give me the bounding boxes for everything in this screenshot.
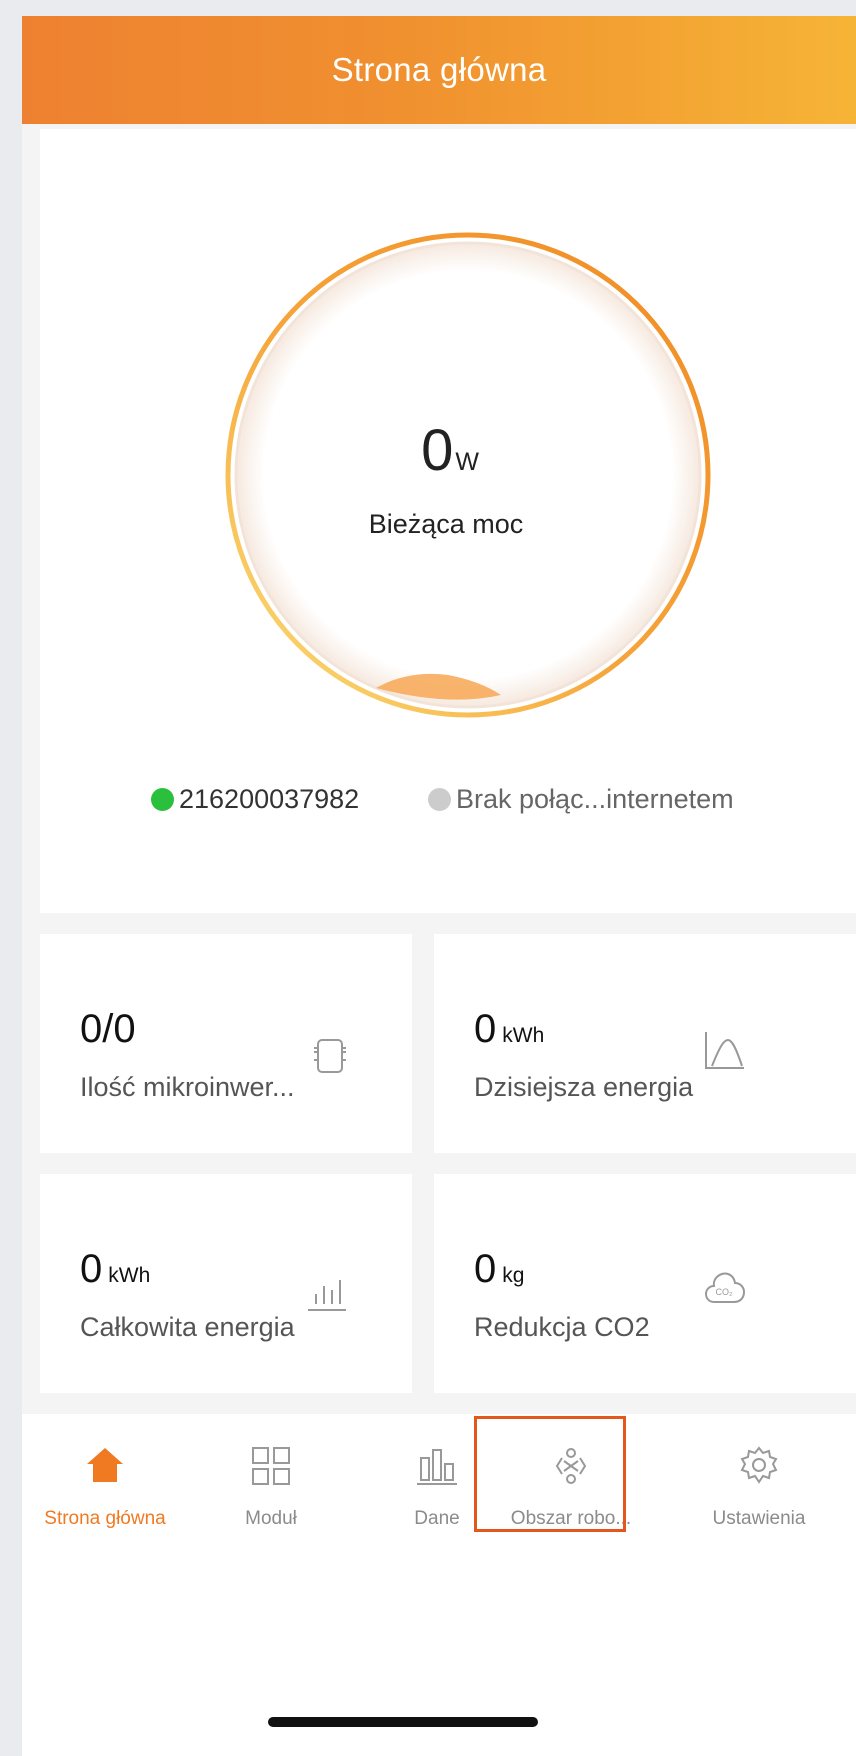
offline-status-dot <box>428 788 451 811</box>
current-power-label: Bieżąca moc <box>368 509 524 539</box>
device-serial-status[interactable]: 216200037982 <box>151 784 359 815</box>
total-energy-number: 0 <box>80 1247 103 1291</box>
home-icon <box>87 1448 123 1482</box>
svg-text:CO₂: CO₂ <box>716 1287 734 1297</box>
current-power-number: 0 <box>421 418 454 483</box>
home-indicator[interactable] <box>268 1717 538 1727</box>
current-power-value: 0W <box>22 417 856 484</box>
bar-chart-icon <box>308 1280 346 1311</box>
data-chart-icon <box>417 1449 457 1485</box>
co2-unit: kg <box>502 1264 525 1287</box>
tab-home[interactable]: Strona główna <box>22 1414 188 1529</box>
stat-value: 0 kWh <box>474 1007 544 1052</box>
stat-value: 0/0 <box>80 1007 136 1052</box>
stat-card-today-energy[interactable]: 0 kWh Dzisiejsza energia <box>434 934 856 1153</box>
stat-value: 0 kWh <box>80 1247 150 1292</box>
highlight-box-work-area-tab <box>474 1416 626 1532</box>
stat-card-co2[interactable]: 0 kg Redukcja CO2 CO₂ <box>434 1174 856 1393</box>
today-energy-number: 0 <box>474 1007 497 1051</box>
co2-number: 0 <box>474 1247 497 1291</box>
microinverter-count: 0/0 <box>80 1007 136 1051</box>
settings-icon <box>740 1446 778 1484</box>
current-power-card: 0W Bieżąca moc 216200037982 Brak połąc..… <box>40 129 856 913</box>
grid-icon <box>252 1447 290 1485</box>
bottom-tab-bar: Strona główna Moduł Dane Obszar robo... … <box>22 1414 856 1756</box>
online-status-dot <box>151 788 174 811</box>
internet-connection-status[interactable]: Brak połąc...internetem <box>428 784 734 815</box>
tab-label: Ustawienia <box>712 1508 806 1529</box>
co2-cloud-icon: CO₂ <box>704 1272 746 1303</box>
internet-status-label: Brak połąc...internetem <box>456 784 734 814</box>
stat-label: Ilość mikroinwer... <box>80 1072 295 1102</box>
tab-module[interactable]: Moduł <box>188 1414 354 1529</box>
tab-settings[interactable]: Ustawienia <box>662 1414 856 1529</box>
stat-card-total-energy[interactable]: 0 kWh Całkowita energia <box>40 1174 412 1393</box>
microinverter-icon <box>314 1039 346 1073</box>
stat-value: 0 kg <box>474 1247 524 1292</box>
page-title: Strona główna <box>22 16 856 124</box>
today-energy-unit: kWh <box>502 1024 545 1047</box>
app-screen: Strona główna 0W Bieżąca moc 21620003798… <box>22 16 856 1756</box>
energy-curve-icon <box>705 1032 744 1069</box>
stat-label: Całkowita energia <box>80 1312 295 1342</box>
total-energy-unit: kWh <box>108 1264 151 1287</box>
stat-label: Dzisiejsza energia <box>474 1072 694 1102</box>
tab-label: Moduł <box>245 1508 297 1529</box>
device-serial-label: 216200037982 <box>179 784 360 814</box>
stat-label: Redukcja CO2 <box>474 1312 650 1342</box>
tab-label: Strona główna <box>44 1508 166 1529</box>
stat-card-microinverters[interactable]: 0/0 Ilość mikroinwer... <box>40 934 412 1153</box>
current-power-unit: W <box>455 448 479 476</box>
